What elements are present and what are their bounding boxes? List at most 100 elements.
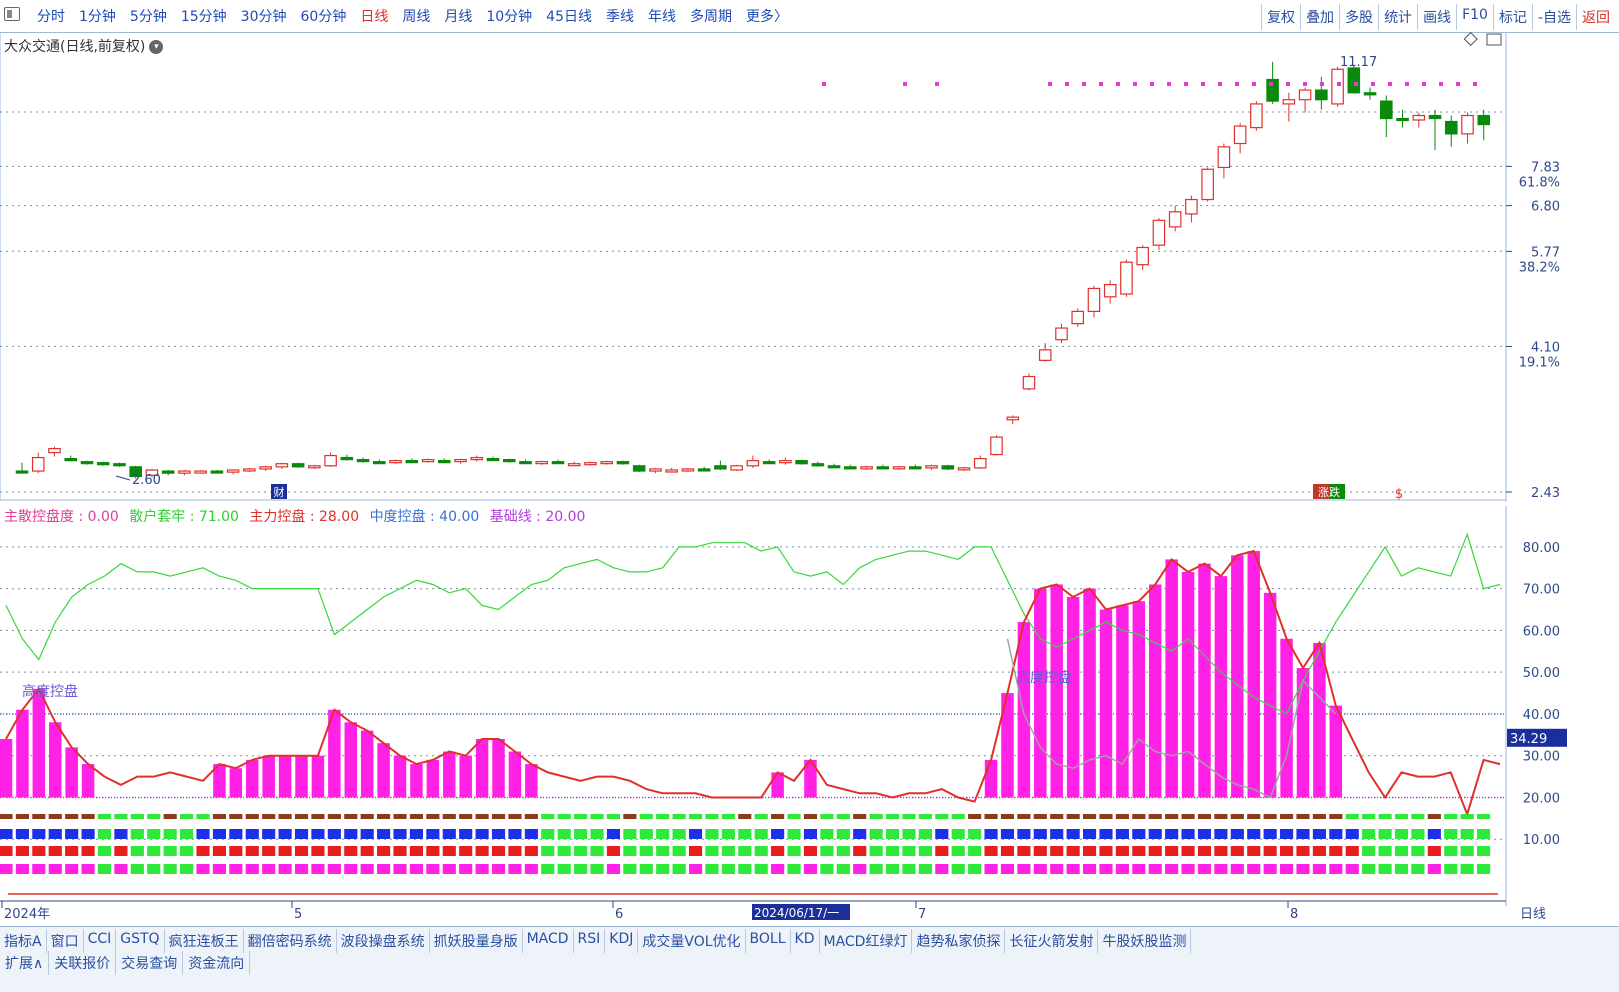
signal-cell (130, 864, 144, 874)
tool-button[interactable]: 多股 (1339, 4, 1378, 30)
signal-cell (1427, 829, 1441, 839)
indicator-tab[interactable]: BOLL (746, 929, 791, 953)
period-tab[interactable]: 月线 (437, 6, 479, 26)
signal-cell (409, 829, 424, 839)
indicator-tab[interactable]: CCI (84, 929, 117, 953)
ind-y-tick-label: 70.00 (1523, 583, 1560, 598)
period-tab[interactable]: 10分钟 (479, 6, 539, 26)
signal-cell (278, 829, 292, 839)
indicator-tab[interactable]: RSI (574, 929, 606, 953)
signal-cell (524, 814, 538, 819)
indicator-tab[interactable]: KD (791, 929, 820, 953)
signal-cell (705, 814, 719, 819)
tool-button[interactable]: F10 (1456, 4, 1493, 30)
signal-cell (820, 846, 834, 856)
signal-cell (377, 814, 391, 819)
period-switch-label: 日线 (1520, 907, 1546, 922)
signal-cell (229, 846, 243, 856)
indicator-tab[interactable]: 窗口 (47, 929, 84, 953)
control-bar (0, 739, 13, 798)
indicator-tab[interactable]: 牛股妖股监测 (1098, 929, 1192, 953)
signal-cell (623, 814, 637, 819)
candle-body (373, 461, 386, 465)
indicator-tab[interactable]: MACD (523, 929, 574, 953)
signal-cell (180, 814, 194, 819)
signal-dot (1354, 82, 1358, 86)
diamond-icon[interactable] (1463, 32, 1478, 47)
tool-button[interactable]: 叠加 (1300, 4, 1339, 30)
signal-cell (508, 864, 522, 874)
candle-body (1315, 89, 1328, 101)
tool-button[interactable]: -自选 (1531, 4, 1576, 30)
period-tab[interactable]: 日线 (353, 6, 395, 26)
signal-cell (1181, 846, 1195, 856)
extension-tab[interactable]: 资金流向 (183, 951, 251, 975)
period-tab[interactable]: 年线 (641, 6, 683, 26)
signal-cell (81, 864, 95, 874)
period-tab[interactable]: 5分钟 (123, 6, 174, 26)
signal-cell (1033, 829, 1047, 839)
signal-cell (869, 829, 883, 839)
tool-button[interactable]: 统计 (1378, 4, 1417, 30)
panel-icon[interactable] (1486, 33, 1502, 46)
signal-cell (1394, 829, 1409, 839)
indicator-chart[interactable]: 10.00 20.00 30.00 40.00 50.00 60.00 70.00 80.00… (0, 506, 1619, 926)
signal-cell (393, 814, 407, 819)
extension-tab[interactable]: 关联报价 (49, 951, 117, 975)
control-bar (229, 768, 243, 798)
signal-cell (1214, 846, 1228, 856)
indicator-tab[interactable]: 疯狂连板王 (165, 929, 244, 953)
extension-tab[interactable]: 交易查询 (116, 951, 184, 975)
signal-cell (639, 864, 653, 874)
indicator-tab[interactable]: 成交量VOL优化 (638, 929, 746, 953)
control-bar (1231, 555, 1244, 798)
signal-cell (1460, 829, 1474, 839)
signal-cell (787, 846, 801, 856)
signal-cell (885, 814, 900, 819)
control-bar (16, 709, 29, 798)
signal-dot (1167, 82, 1171, 86)
signal-cell (902, 846, 916, 856)
extension-tab[interactable]: 扩展∧ (0, 951, 50, 975)
indicator-tab[interactable]: MACD红绿灯 (820, 929, 913, 953)
signal-cell (1165, 846, 1179, 856)
signal-cell (1345, 814, 1359, 819)
candle-body (551, 461, 565, 465)
signal-cell (278, 864, 292, 874)
period-tab[interactable]: 多周期 (683, 6, 739, 26)
period-tab[interactable]: 30分钟 (234, 6, 294, 26)
period-tab[interactable]: 1分钟 (72, 6, 123, 26)
period-tab[interactable]: 周线 (395, 6, 437, 26)
signal-cell (1477, 814, 1491, 819)
menu-icon[interactable] (4, 7, 20, 21)
indicator-tab[interactable]: KDJ (605, 929, 639, 953)
tool-button[interactable]: 返回 (1576, 4, 1615, 30)
indicator-tab[interactable]: 趋势私家侦探 (912, 929, 1006, 953)
indicator-tab[interactable]: 长征火箭发射 (1005, 929, 1099, 953)
plot-frame (0, 32, 1507, 501)
control-bar (1165, 559, 1178, 798)
tool-button[interactable]: 画线 (1417, 4, 1456, 30)
period-tab[interactable]: 45日线 (539, 6, 599, 26)
indicator-tab[interactable]: GSTQ (116, 929, 165, 953)
control-bar (278, 755, 292, 798)
period-tab[interactable]: 季线 (599, 6, 641, 26)
signal-cell (1165, 864, 1179, 874)
signal-cell (1017, 846, 1031, 856)
indicator-tab[interactable]: 指标A (0, 929, 47, 953)
tool-button[interactable]: 标记 (1492, 4, 1532, 30)
indicator-tab[interactable]: 翻倍密码系统 (244, 929, 337, 953)
period-tab[interactable]: 60分钟 (294, 6, 354, 26)
signal-cell (1066, 829, 1080, 839)
period-tab[interactable]: 15分钟 (174, 6, 234, 26)
price-chart[interactable]: 2.43 4.10 5.77 6.80 7.83 19.1% 38.2% 61.8% 2.60 1… (0, 32, 1619, 532)
signal-cell (820, 814, 834, 819)
indicator-tab[interactable]: 波段操盘系统 (337, 929, 430, 953)
period-tab[interactable]: 分时 (30, 6, 72, 26)
period-tab[interactable]: 更多〉 (739, 6, 795, 26)
signal-cell (820, 829, 834, 839)
signal-cell (97, 846, 112, 856)
indicator-tab[interactable]: 抓妖股量身版 (430, 929, 523, 953)
tool-button[interactable]: 复权 (1261, 4, 1300, 30)
ind-y-tick-label: 20.00 (1523, 791, 1560, 806)
